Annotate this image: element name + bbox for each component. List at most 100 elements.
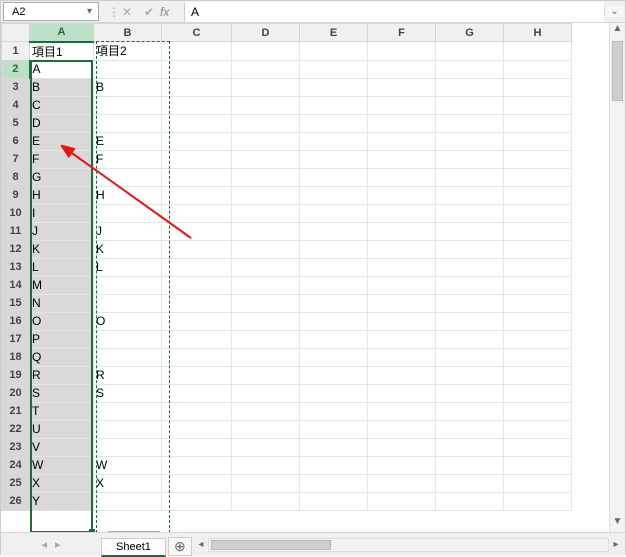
- name-box[interactable]: A2 ▾: [3, 2, 99, 21]
- cell[interactable]: [162, 186, 232, 204]
- cell[interactable]: [162, 204, 232, 222]
- cell[interactable]: [300, 420, 368, 438]
- cell[interactable]: [232, 60, 300, 78]
- cell[interactable]: [232, 204, 300, 222]
- scroll-up-icon[interactable]: ▲: [610, 23, 625, 39]
- cell[interactable]: [232, 366, 300, 384]
- row-header[interactable]: 22: [2, 420, 30, 438]
- col-header-b[interactable]: B: [94, 24, 162, 42]
- cell[interactable]: [232, 42, 300, 61]
- row-header[interactable]: 2: [2, 60, 30, 78]
- cell[interactable]: K: [30, 240, 94, 258]
- scroll-right-icon[interactable]: ▸: [609, 539, 623, 550]
- cell[interactable]: [436, 258, 504, 276]
- cell[interactable]: [162, 150, 232, 168]
- cell[interactable]: [504, 438, 572, 456]
- cell[interactable]: K: [94, 240, 162, 258]
- cell[interactable]: [436, 402, 504, 420]
- cell[interactable]: [368, 276, 436, 294]
- cell[interactable]: G: [30, 168, 94, 186]
- scroll-down-icon[interactable]: ▼: [610, 516, 625, 532]
- cell[interactable]: [504, 474, 572, 492]
- cell[interactable]: [162, 330, 232, 348]
- col-header-h[interactable]: H: [504, 24, 572, 42]
- cell[interactable]: [436, 294, 504, 312]
- nav-next-icon[interactable]: ▸: [55, 538, 61, 551]
- col-header-e[interactable]: E: [300, 24, 368, 42]
- row-header[interactable]: 25: [2, 474, 30, 492]
- row-header[interactable]: 14: [2, 276, 30, 294]
- cell[interactable]: [162, 420, 232, 438]
- row-header[interactable]: 13: [2, 258, 30, 276]
- row-header[interactable]: 11: [2, 222, 30, 240]
- cell[interactable]: [300, 312, 368, 330]
- cell[interactable]: [436, 456, 504, 474]
- cell[interactable]: [368, 366, 436, 384]
- cell[interactable]: [436, 492, 504, 510]
- cell[interactable]: [94, 96, 162, 114]
- cell[interactable]: H: [30, 186, 94, 204]
- cell[interactable]: [368, 240, 436, 258]
- cell[interactable]: E: [30, 132, 94, 150]
- cell[interactable]: [232, 78, 300, 96]
- scroll-thumb[interactable]: [211, 540, 331, 550]
- cell[interactable]: [232, 222, 300, 240]
- cell[interactable]: [162, 114, 232, 132]
- cell[interactable]: [300, 78, 368, 96]
- row-header[interactable]: 15: [2, 294, 30, 312]
- fx-icon[interactable]: fx: [160, 5, 184, 19]
- cell[interactable]: [300, 96, 368, 114]
- cell[interactable]: C: [30, 96, 94, 114]
- cell[interactable]: [232, 384, 300, 402]
- cell[interactable]: [162, 456, 232, 474]
- cell[interactable]: [504, 42, 572, 61]
- sheet-nav[interactable]: ◂ ▸: [1, 533, 101, 556]
- row-header[interactable]: 20: [2, 384, 30, 402]
- cell[interactable]: [300, 240, 368, 258]
- cell[interactable]: [94, 420, 162, 438]
- cell[interactable]: [232, 150, 300, 168]
- cell[interactable]: [436, 222, 504, 240]
- cell[interactable]: [368, 312, 436, 330]
- cell[interactable]: [232, 438, 300, 456]
- nav-prev-icon[interactable]: ◂: [41, 538, 47, 551]
- cell[interactable]: [368, 438, 436, 456]
- cell[interactable]: [232, 312, 300, 330]
- add-sheet-button[interactable]: ⊕: [168, 537, 192, 556]
- cell[interactable]: [368, 384, 436, 402]
- cell[interactable]: [94, 204, 162, 222]
- cell[interactable]: [162, 60, 232, 78]
- paste-options-button[interactable]: 📋 (Ctrl) ▾: [108, 531, 160, 532]
- cell[interactable]: [436, 312, 504, 330]
- cell[interactable]: [162, 402, 232, 420]
- cell[interactable]: J: [30, 222, 94, 240]
- cell[interactable]: U: [30, 420, 94, 438]
- col-header-g[interactable]: G: [436, 24, 504, 42]
- cell[interactable]: [504, 456, 572, 474]
- cell[interactable]: [162, 168, 232, 186]
- cell[interactable]: [368, 186, 436, 204]
- cell[interactable]: H: [94, 186, 162, 204]
- cell[interactable]: [162, 492, 232, 510]
- cell[interactable]: [300, 186, 368, 204]
- row-header[interactable]: 18: [2, 348, 30, 366]
- cell[interactable]: [232, 132, 300, 150]
- cell[interactable]: [504, 330, 572, 348]
- cell[interactable]: [368, 204, 436, 222]
- cell[interactable]: Q: [30, 348, 94, 366]
- cell[interactable]: [232, 114, 300, 132]
- cell[interactable]: N: [30, 294, 94, 312]
- cell[interactable]: [232, 240, 300, 258]
- cell[interactable]: [232, 186, 300, 204]
- cell[interactable]: [232, 168, 300, 186]
- cell[interactable]: [232, 348, 300, 366]
- cell[interactable]: O: [94, 312, 162, 330]
- cell[interactable]: [436, 330, 504, 348]
- row-header[interactable]: 9: [2, 186, 30, 204]
- cell[interactable]: [162, 258, 232, 276]
- cell[interactable]: [368, 258, 436, 276]
- cell[interactable]: [368, 456, 436, 474]
- cell[interactable]: [94, 438, 162, 456]
- cell-active[interactable]: A: [30, 60, 94, 78]
- cell[interactable]: [300, 114, 368, 132]
